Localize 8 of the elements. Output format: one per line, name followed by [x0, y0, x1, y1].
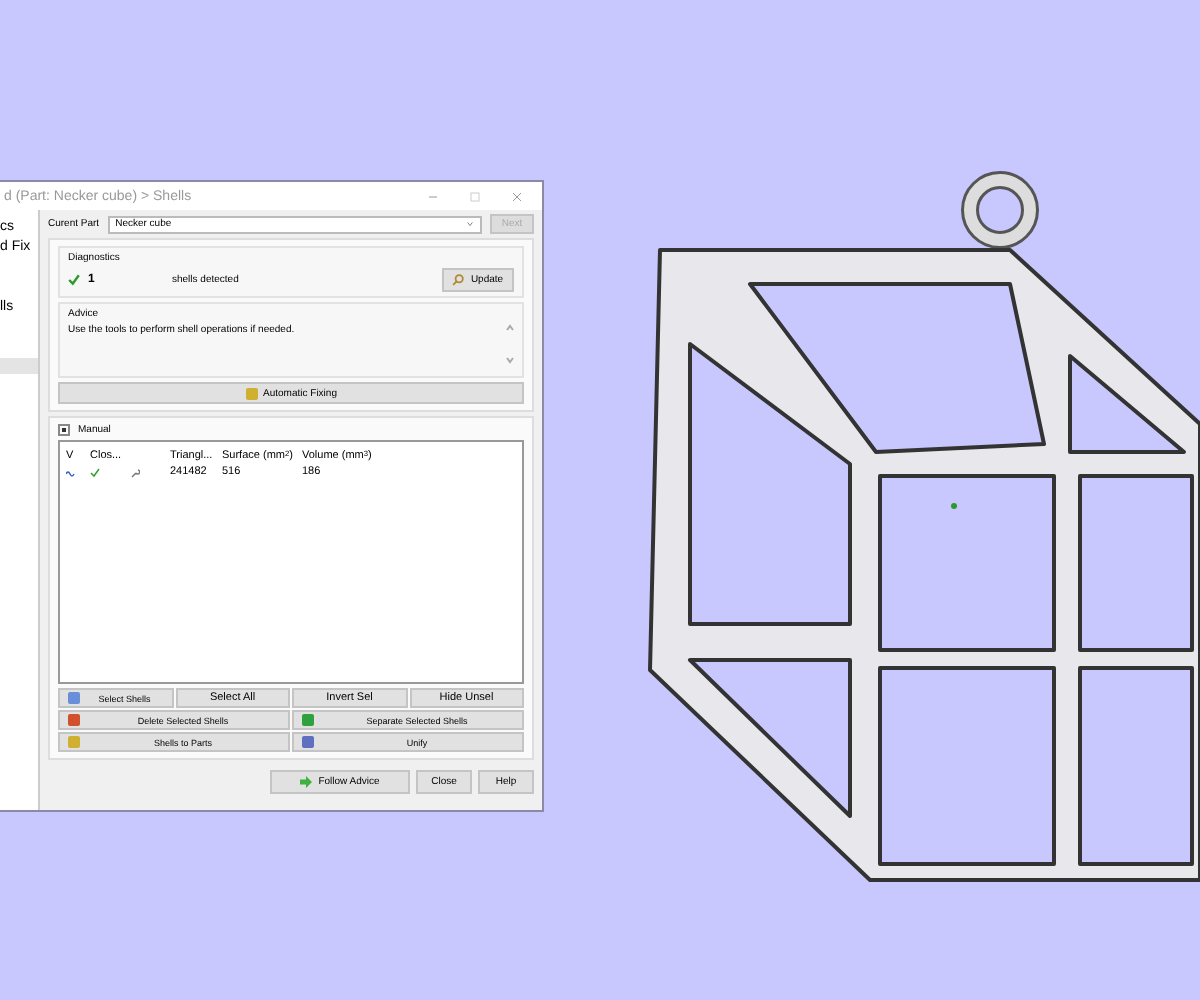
minimize-icon[interactable]	[428, 191, 438, 201]
check-icon	[68, 274, 80, 286]
expand-toggle[interactable]	[58, 424, 70, 436]
arrow-icon	[300, 776, 313, 788]
search-icon	[452, 274, 465, 286]
close-icon[interactable]	[512, 191, 522, 201]
caret-icon	[466, 220, 474, 228]
visibility-icon[interactable]	[66, 467, 76, 477]
